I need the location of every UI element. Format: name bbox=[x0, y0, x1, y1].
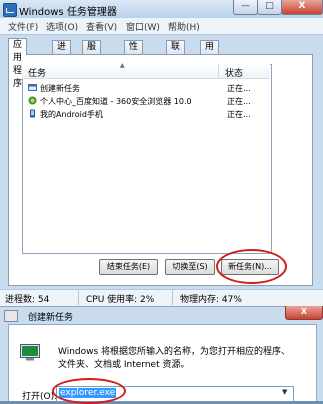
dialog-title: 创建新任务 bbox=[28, 313, 74, 323]
close-button[interactable]: X bbox=[281, 0, 323, 15]
tab-networking[interactable]: 联网 bbox=[166, 40, 186, 65]
end-task-button[interactable]: 结束任务(E) bbox=[99, 259, 158, 275]
list-item-status: 正在... bbox=[227, 84, 251, 93]
menu-window[interactable]: 窗口(W) bbox=[126, 20, 160, 33]
run-program-icon bbox=[20, 344, 40, 361]
task-manager-icon bbox=[3, 3, 17, 17]
dialog-message-line1: Windows 将根据您所输入的名称，为您打开相应的程序、 bbox=[58, 347, 291, 357]
window-title: Windows 任务管理器 bbox=[19, 7, 117, 18]
dialog-message-line2: 文件夹、文档或 Internet 资源。 bbox=[58, 360, 190, 370]
chevron-down-icon[interactable]: ▼ bbox=[282, 388, 287, 396]
tab-services[interactable]: 服务 bbox=[82, 40, 102, 65]
column-status-label: 状态 bbox=[225, 69, 244, 79]
memory-usage: 物理内存: 47% bbox=[180, 295, 242, 305]
minimize-button[interactable]: — bbox=[233, 0, 258, 15]
menu-help[interactable]: 帮助(H) bbox=[168, 20, 200, 33]
list-item-status: 正在... bbox=[227, 97, 251, 106]
switch-to-button[interactable]: 切换至(S) bbox=[165, 259, 215, 275]
cpu-usage: CPU 使用率: 2% bbox=[86, 295, 155, 305]
process-count: 进程数: 54 bbox=[5, 295, 50, 305]
menu-options[interactable]: 选项(O) bbox=[46, 20, 78, 33]
status-divider bbox=[78, 290, 79, 305]
list-item-name: 个人中心_百度知道 - 360安全浏览器 10.0 bbox=[40, 97, 192, 106]
tab-users[interactable]: 用户 bbox=[200, 40, 220, 65]
dialog-window-icon bbox=[4, 310, 18, 322]
maximize-button[interactable]: □ bbox=[257, 0, 282, 15]
menu-view[interactable]: 查看(V) bbox=[86, 20, 117, 33]
list-item-name: 我的Android手机 bbox=[40, 110, 103, 119]
column-task-label: 任务 bbox=[28, 69, 47, 79]
tab-performance[interactable]: 性能 bbox=[124, 40, 144, 65]
dialog-close-button[interactable]: X bbox=[285, 306, 323, 320]
annotation-circle-open-input bbox=[52, 378, 126, 404]
tab-processes[interactable]: 进程 bbox=[52, 40, 72, 65]
menu-file[interactable]: 文件(F) bbox=[8, 20, 38, 33]
browser-icon bbox=[28, 96, 37, 105]
status-divider bbox=[172, 290, 173, 305]
menu-bar: 文件(F) 选项(O) 查看(V) 窗口(W) 帮助(H) bbox=[0, 18, 323, 35]
annotation-circle-new-task bbox=[216, 249, 287, 284]
phone-icon bbox=[30, 109, 35, 118]
list-item-name: 创建新任务 bbox=[40, 84, 80, 93]
sort-ascending-icon: ▲ bbox=[120, 62, 125, 69]
tab-applications[interactable]: 应用程序 bbox=[8, 38, 28, 89]
new-task-icon bbox=[28, 84, 37, 91]
list-item-status: 正在... bbox=[227, 110, 251, 119]
